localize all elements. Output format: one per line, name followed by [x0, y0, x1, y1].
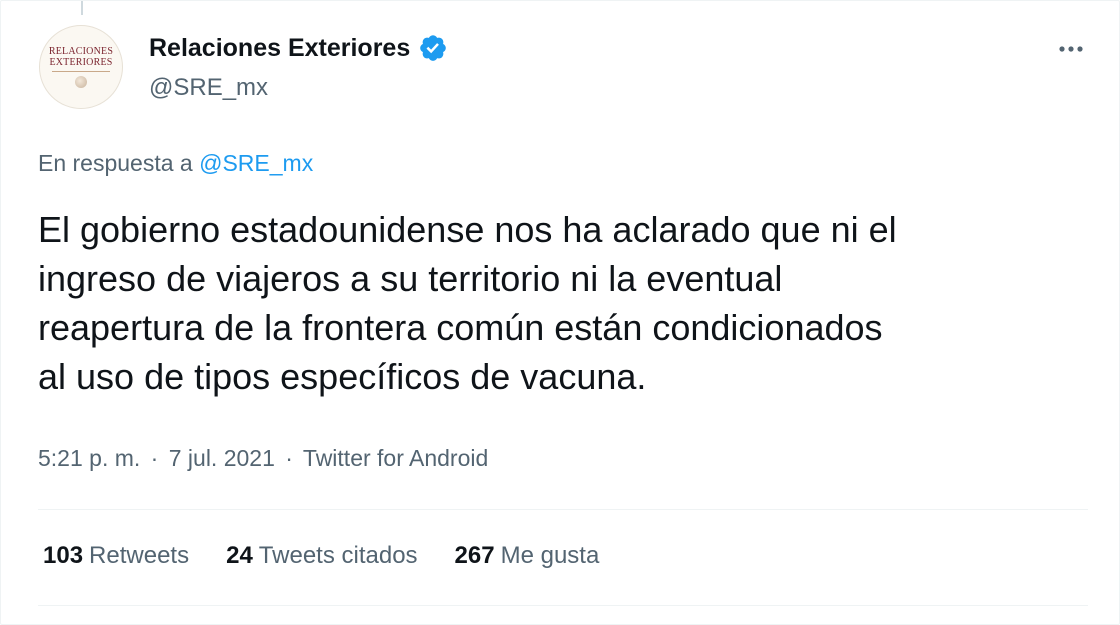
divider [38, 509, 1088, 510]
tweet-date[interactable]: 7 jul. 2021 [169, 445, 275, 471]
author-name-text: Relaciones Exteriores [149, 34, 411, 62]
likes-count: 267 [454, 542, 495, 569]
more-options-icon [1058, 40, 1084, 58]
more-options-button[interactable] [1051, 33, 1091, 65]
avatar-logo-line-1: RELACIONES [48, 46, 114, 57]
tweet-time[interactable]: 5:21 p. m. [38, 445, 140, 471]
likes-label: Me gusta [500, 542, 600, 569]
reply-handle-link[interactable]: @SRE_mx [199, 150, 313, 176]
quote-tweets-stat[interactable]: 24 Tweets citados [226, 540, 417, 572]
tweet-source[interactable]: Twitter for Android [303, 445, 488, 471]
meta-separator: · [150, 445, 159, 471]
retweets-stat[interactable]: 103 Retweets [43, 540, 189, 572]
tweet-text-line: reapertura de la frontera común están co… [38, 307, 883, 348]
meta-separator: · [285, 445, 293, 471]
divider [38, 605, 1088, 606]
avatar[interactable]: RELACIONES EXTERIORES [39, 25, 123, 109]
tweet-text-line: al uso de tipos específicos de vacuna. [38, 356, 647, 397]
avatar-seal-icon [75, 76, 87, 88]
likes-stat[interactable]: 267 Me gusta [455, 540, 600, 572]
reply-prefix: En respuesta a [38, 150, 193, 176]
verified-badge-icon [418, 33, 448, 63]
tweet-stats: 103 Retweets 24 Tweets citados 267 Me gu… [43, 539, 636, 573]
tweet-card: RELACIONES EXTERIORES Relaciones Exterio… [0, 0, 1120, 625]
thread-connector-line [81, 1, 83, 15]
tweet-body: El gobierno estadounidense nos ha aclara… [38, 205, 1088, 401]
author-handle[interactable]: @SRE_mx [149, 73, 268, 103]
reply-context: En respuesta a @SRE_mx [38, 148, 313, 178]
tweet-text-line: ingreso de viajeros a su territorio ni l… [38, 258, 783, 299]
tweet-text-line: El gobierno estadounidense nos ha aclara… [38, 209, 897, 250]
quote-tweets-label: Tweets citados [258, 542, 418, 569]
avatar-logo-line-2: EXTERIORES [49, 57, 113, 68]
retweets-label: Retweets [89, 542, 190, 569]
avatar-logo-rule [52, 71, 110, 72]
author-name[interactable]: Relaciones Exteriores [149, 32, 448, 64]
tweet-metadata: 5:21 p. m. · 7 jul. 2021 · Twitter for A… [38, 442, 488, 474]
retweets-count: 103 [43, 542, 84, 569]
quote-tweets-count: 24 [226, 542, 253, 569]
